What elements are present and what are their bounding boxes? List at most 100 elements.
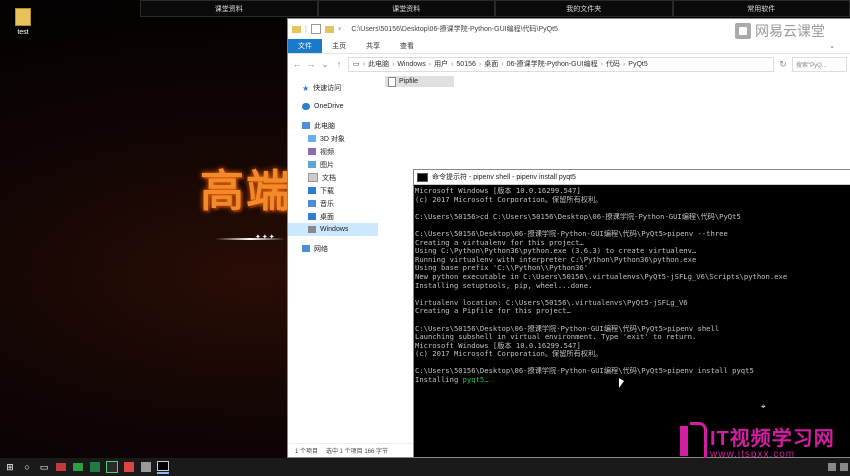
up-arrow-icon[interactable]: ↑ <box>334 59 344 69</box>
tab-view[interactable]: 查看 <box>390 39 424 53</box>
command-prompt-window[interactable]: 命令提示符 - pipenv shell - pipenv install py… <box>413 169 850 458</box>
nav-item-3d-objects[interactable]: 3D 对象 <box>288 132 378 145</box>
nav-item-windows-drive[interactable]: Windows <box>288 223 378 236</box>
pc-icon <box>302 122 310 129</box>
refresh-icon[interactable]: ↻ <box>778 59 788 70</box>
search-input[interactable]: 搜索"PyQ... <box>792 56 847 72</box>
address-bar[interactable]: ▭ › 此电脑 › Windows › 用户 › 50156 › 桌面 › 06… <box>348 56 774 72</box>
desktop-icon-test[interactable]: test <box>8 8 38 36</box>
ribbon-tabs: 文件 主页 共享 查看 ⌄ <box>288 39 850 54</box>
cloud-icon <box>302 103 310 110</box>
watermark-logo-icon <box>678 420 707 464</box>
cmd-icon[interactable] <box>157 460 169 474</box>
nav-item-pictures[interactable]: 图片 <box>288 158 378 171</box>
tab-share[interactable]: 共享 <box>356 39 390 53</box>
app-icon[interactable] <box>72 461 84 473</box>
app-icon[interactable] <box>140 461 152 473</box>
topbar-item-1[interactable]: 课堂资料 <box>140 0 318 17</box>
terminal-line-text: Creating a Pipfile for this project… <box>415 307 571 316</box>
terminal-line-text: Creating a virtualenv for this project… <box>415 238 584 247</box>
terminal-line: Installing setuptools, pip, wheel...done… <box>415 282 850 291</box>
topbar-item-2[interactable]: 课堂资料 <box>317 0 495 17</box>
pycharm-icon[interactable] <box>106 461 118 473</box>
nav-item-music[interactable]: 音乐 <box>288 197 378 210</box>
terminal-line-text: Virtualenv location: C:\Users\50156\.vir… <box>415 298 688 307</box>
breadcrumb-5[interactable]: 桌面 <box>484 59 498 69</box>
terminal-line: (c) 2017 Microsoft Corporation。保留所有权利。 <box>415 196 850 205</box>
breadcrumb-1[interactable]: 此电脑 <box>368 59 389 69</box>
file-item-pipfile[interactable]: Pipfile <box>385 76 454 87</box>
breadcrumb-2[interactable]: Windows <box>397 61 425 68</box>
watermark: IT视频学习网 www.itspxx.com <box>678 420 835 464</box>
properties-icon[interactable] <box>310 24 321 34</box>
nav-item-network[interactable]: 网络 <box>288 242 378 255</box>
topbar-item-4[interactable]: 常用软件 <box>672 0 850 17</box>
crumb-separator: › <box>391 60 395 68</box>
document-icon <box>308 173 318 182</box>
breadcrumb-8[interactable]: PyQt5 <box>628 61 647 68</box>
tray-icon[interactable] <box>828 463 836 471</box>
terminal-line-text: Installing <box>415 376 463 385</box>
terminal-line: Using base prefix 'C:\\Python\\Python36' <box>415 264 850 273</box>
crumb-separator: › <box>501 60 504 68</box>
pc-icon: ▭ <box>353 61 360 68</box>
task-view-icon[interactable]: ▭ <box>38 461 50 473</box>
nav-label: 此电脑 <box>314 122 335 130</box>
terminal-line-text: Microsoft Windows [版本 10.0.16299.547] <box>415 341 581 350</box>
breadcrumb-4[interactable]: 50156 <box>456 61 475 68</box>
file-icon <box>388 76 396 87</box>
tab-home[interactable]: 主页 <box>322 39 356 53</box>
breadcrumb-6[interactable]: 06-撩课学院-Python-GUI编程 <box>507 59 598 69</box>
cortana-icon[interactable]: ○ <box>21 461 33 473</box>
terminal-title: 命令提示符 - pipenv shell - pipenv install py… <box>432 174 576 181</box>
netease-logo: 网易云课堂 <box>735 21 825 41</box>
nav-item-desktop[interactable]: 桌面 <box>288 210 378 223</box>
terminal-line-text: Using C:\Python\Python36\python.exe (3.6… <box>415 247 697 256</box>
tray-icon[interactable] <box>840 463 848 471</box>
back-arrow-icon[interactable]: ← <box>292 59 302 69</box>
terminal-line-text: C:\Users\50156\Desktop\06-撩课学院-Python-GU… <box>415 324 720 333</box>
video-icon <box>308 148 316 155</box>
cube-icon <box>308 135 316 142</box>
app-icon[interactable] <box>123 461 135 473</box>
windows-start-icon[interactable]: ⊞ <box>4 461 16 473</box>
cmd-icon <box>417 172 428 182</box>
new-folder-icon[interactable] <box>324 25 334 33</box>
breadcrumb-7[interactable]: 代码 <box>606 59 620 69</box>
watermark-title: IT视频学习网 <box>710 428 835 450</box>
nav-label: 音乐 <box>320 200 334 208</box>
drive-icon <box>308 226 316 233</box>
nav-item-videos[interactable]: 视频 <box>288 145 378 158</box>
breadcrumb-3[interactable]: 用户 <box>434 59 448 69</box>
nav-item-documents[interactable]: 文档 <box>288 171 378 184</box>
crumb-separator: › <box>478 60 482 68</box>
dropdown-icon[interactable]: ▾ <box>338 25 342 33</box>
download-icon <box>308 187 316 194</box>
terminal-line: New python executable in C:\Users\50156\… <box>415 273 850 282</box>
crumb-separator: › <box>362 60 365 68</box>
terminal-line: Creating a virtualenv for this project… <box>415 239 850 248</box>
navigation-pane: ★ 快速访问 OneDrive 此电脑 3D 对象 视频 图片 文档 下载 音乐 … <box>288 75 378 444</box>
nav-item-quick-access[interactable]: ★ 快速访问 <box>288 81 378 94</box>
recent-dropdown-icon[interactable]: ⌄ <box>320 59 330 70</box>
window-title: C:\Users\50156\Desktop\06-撩课学院-Python-GU… <box>351 26 558 33</box>
nav-item-downloads[interactable]: 下载 <box>288 184 378 197</box>
star-icon: ★ <box>302 84 310 93</box>
expand-ribbon-icon[interactable]: ⌄ <box>829 39 835 53</box>
tab-file[interactable]: 文件 <box>288 39 322 53</box>
terminal-line: C:\Users\50156>cd C:\Users\50156\Desktop… <box>415 213 850 222</box>
desktop-icon <box>308 213 316 220</box>
terminal-line-text: Using base prefix 'C:\\Python\\Python36' <box>415 264 589 273</box>
nav-item-this-pc[interactable]: 此电脑 <box>288 119 378 132</box>
nav-item-onedrive[interactable]: OneDrive <box>288 100 378 113</box>
terminal-line-text: Microsoft Windows [版本 10.0.16299.547] <box>415 187 581 195</box>
terminal-line-text: Launching subshell in virtual environmen… <box>415 333 697 342</box>
app-icon[interactable] <box>89 461 101 473</box>
topbar-item-3[interactable]: 我的文件夹 <box>495 0 673 17</box>
separator: | <box>305 25 307 33</box>
app-icon[interactable] <box>55 461 67 473</box>
forward-arrow-icon[interactable]: → <box>306 59 316 69</box>
netease-logo-icon <box>735 23 751 39</box>
